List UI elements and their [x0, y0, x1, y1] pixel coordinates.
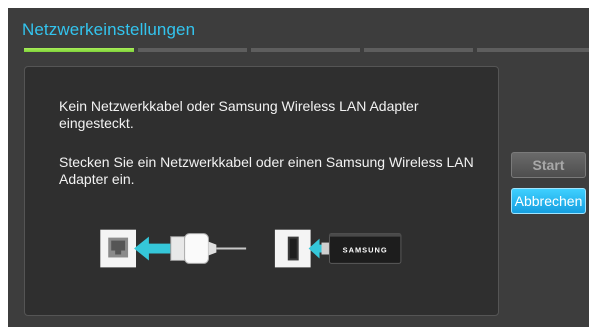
progress-step-1: [24, 48, 134, 52]
progress-step-2: [138, 48, 247, 52]
page-title: Netzwerkeinstellungen: [22, 20, 196, 39]
ethernet-port-icon: [100, 229, 137, 268]
progress-step-5: [477, 48, 589, 52]
step-progress: [24, 48, 589, 52]
message-panel: Kein Netzwerkkabel oder Samsung Wireless…: [24, 66, 499, 316]
start-button[interactable]: Start: [511, 152, 586, 178]
progress-step-4: [364, 48, 473, 52]
connection-illustration: SAMSUNG: [100, 229, 402, 268]
adapter-brand-label: SAMSUNG: [343, 246, 388, 255]
cancel-button[interactable]: Abbrechen: [511, 188, 586, 214]
usb-port-icon: [274, 229, 311, 268]
arrow-left-icon: [134, 236, 173, 261]
network-cable-icon: [170, 233, 247, 264]
network-settings-screen: Netzwerkeinstellungen Kein Netzwerkkabel…: [8, 8, 589, 327]
progress-step-3: [251, 48, 360, 52]
wireless-lan-adapter-icon: SAMSUNG: [321, 233, 402, 264]
